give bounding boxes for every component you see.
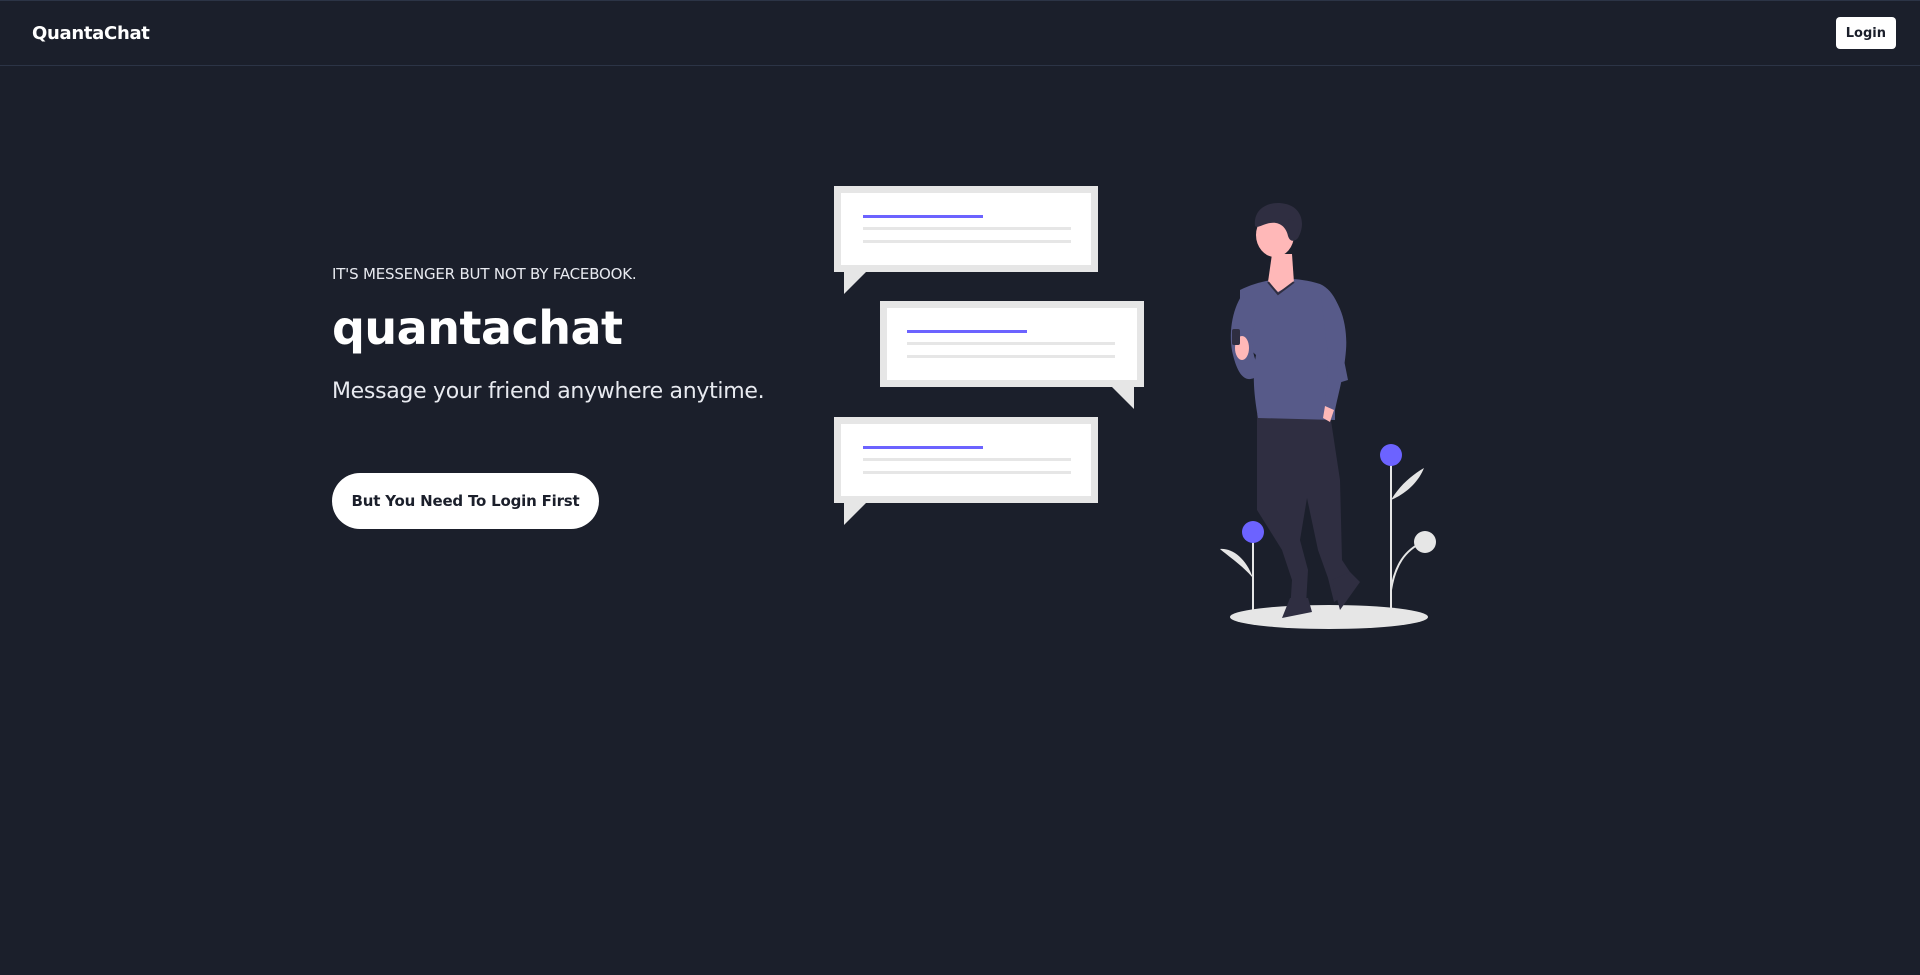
brand-logo[interactable]: QuantaChat [32, 23, 150, 44]
chat-bubble-icon [834, 417, 1098, 525]
hero-subtitle: Message your friend anywhere anytime. [332, 379, 765, 404]
chat-bubble-icon [880, 301, 1144, 409]
hero-text: IT'S MESSENGER BUT NOT BY FACEBOOK. quan… [332, 265, 802, 404]
top-navbar: QuantaChat Login [0, 0, 1920, 66]
hero-tagline: IT'S MESSENGER BUT NOT BY FACEBOOK. [332, 265, 637, 283]
hero-illustration [820, 180, 1450, 640]
man-texting-illustration-icon [834, 186, 1436, 629]
login-first-button[interactable]: But You Need To Login First [332, 473, 599, 529]
login-button[interactable]: Login [1835, 17, 1896, 49]
hero-title: quantachat [332, 301, 623, 355]
chat-bubble-icon [834, 186, 1098, 294]
